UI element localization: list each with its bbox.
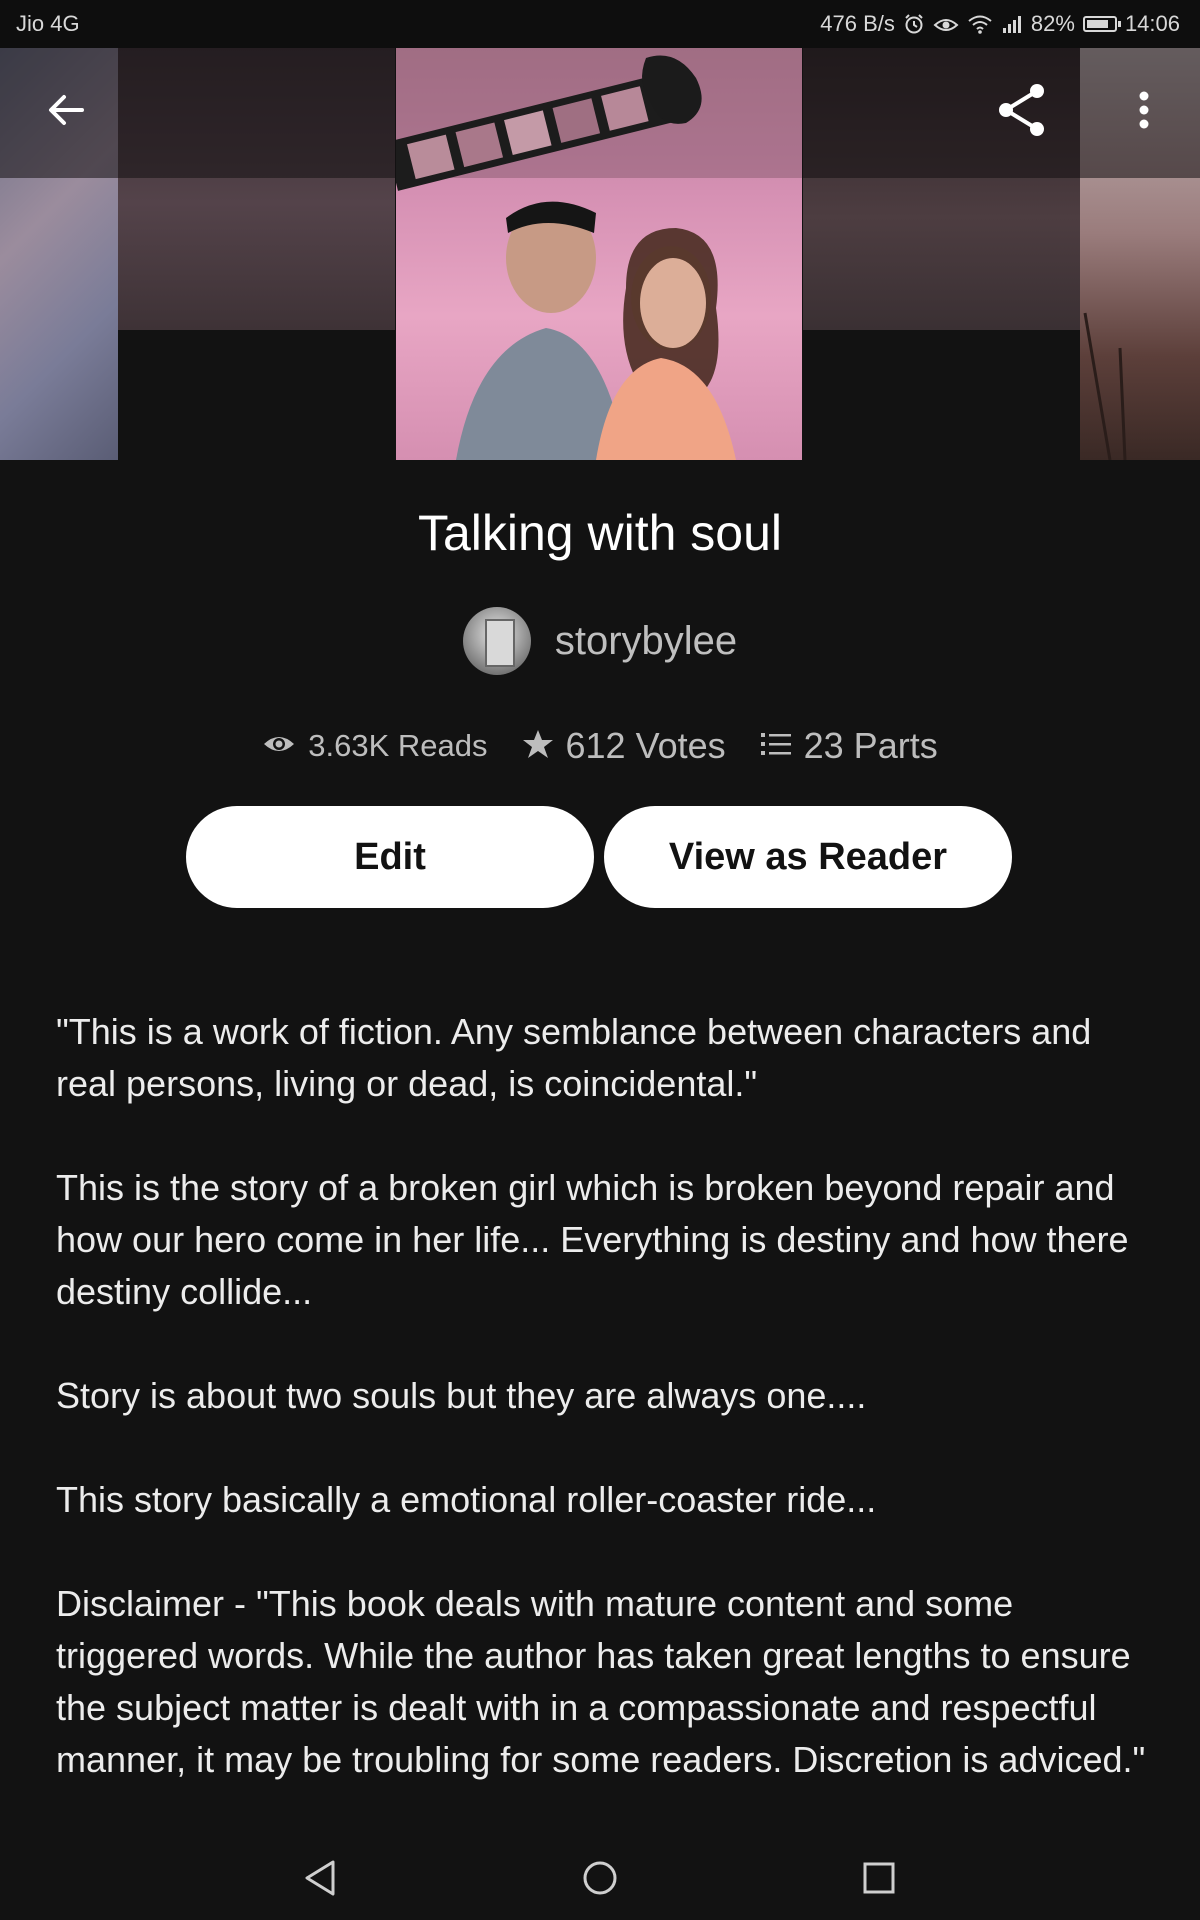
story-stats: 3.63K Reads 612 Votes 23 Parts bbox=[0, 716, 1200, 776]
parts-stat[interactable]: 23 Parts bbox=[760, 725, 938, 767]
carrier-label: Jio 4G bbox=[16, 11, 80, 36]
view-as-reader-button[interactable]: View as Reader bbox=[604, 806, 1012, 908]
cover-carousel[interactable] bbox=[0, 48, 1200, 460]
eye-icon bbox=[262, 732, 296, 761]
status-bar: Jio 4G 476 B/s 82% 14:06 bbox=[0, 0, 1200, 48]
battery-percent-label: 82% bbox=[1030, 11, 1075, 36]
net-speed-label: 476 B/s bbox=[820, 11, 895, 36]
alarm-icon bbox=[903, 13, 925, 35]
share-icon bbox=[993, 81, 1051, 144]
description-paragraph: Story is about two souls but they are al… bbox=[56, 1375, 867, 1416]
system-nav-bar bbox=[0, 1840, 1200, 1920]
author-row[interactable]: storybylee bbox=[0, 606, 1200, 676]
arrow-left-icon bbox=[44, 88, 88, 137]
votes-count: 612 Votes bbox=[565, 725, 726, 766]
edit-button[interactable]: Edit bbox=[186, 806, 594, 908]
description-paragraph: "This is a work of fiction. Any semblanc… bbox=[56, 1011, 1092, 1104]
nav-recents-button[interactable] bbox=[853, 1854, 905, 1906]
story-title: Talking with soul bbox=[417, 505, 783, 561]
nav-recents-icon bbox=[861, 1860, 897, 1901]
description-paragraph: This story basically a emotional roller-… bbox=[56, 1479, 877, 1520]
author-name[interactable]: storybylee bbox=[555, 619, 737, 664]
wifi-icon bbox=[967, 13, 993, 35]
eye-icon bbox=[933, 13, 959, 35]
share-button[interactable] bbox=[990, 80, 1054, 144]
nav-home-button[interactable] bbox=[574, 1854, 626, 1906]
nav-home-icon bbox=[580, 1858, 620, 1903]
clock-label: 14:06 bbox=[1124, 11, 1180, 36]
cover-main[interactable] bbox=[396, 48, 802, 460]
description-paragraph: This is the story of a broken girl which… bbox=[56, 1167, 1129, 1312]
more-options-button[interactable] bbox=[1112, 80, 1176, 144]
reads-stat: 3.63K Reads bbox=[262, 728, 488, 764]
author-avatar[interactable] bbox=[462, 607, 531, 675]
nav-back-button[interactable] bbox=[294, 1854, 346, 1906]
battery-icon bbox=[1082, 16, 1121, 32]
signal-icon bbox=[1001, 13, 1023, 35]
story-description: "This is a work of fiction. Any semblanc… bbox=[56, 1006, 1152, 1838]
status-indicators: 476 B/s 82% 14:06 bbox=[820, 11, 1180, 37]
star-icon bbox=[522, 728, 554, 765]
more-vertical-icon bbox=[1138, 90, 1150, 135]
parts-count[interactable]: 23 Parts bbox=[804, 725, 938, 767]
back-button[interactable] bbox=[34, 80, 98, 144]
reads-count: 3.63K Reads bbox=[308, 728, 488, 763]
description-paragraph: Disclaimer - "This book deals with matur… bbox=[56, 1583, 1146, 1780]
votes-stat: 612 Votes bbox=[522, 725, 726, 767]
battery-fill bbox=[1086, 20, 1109, 28]
list-icon bbox=[760, 730, 792, 763]
nav-back-icon bbox=[302, 1858, 338, 1903]
